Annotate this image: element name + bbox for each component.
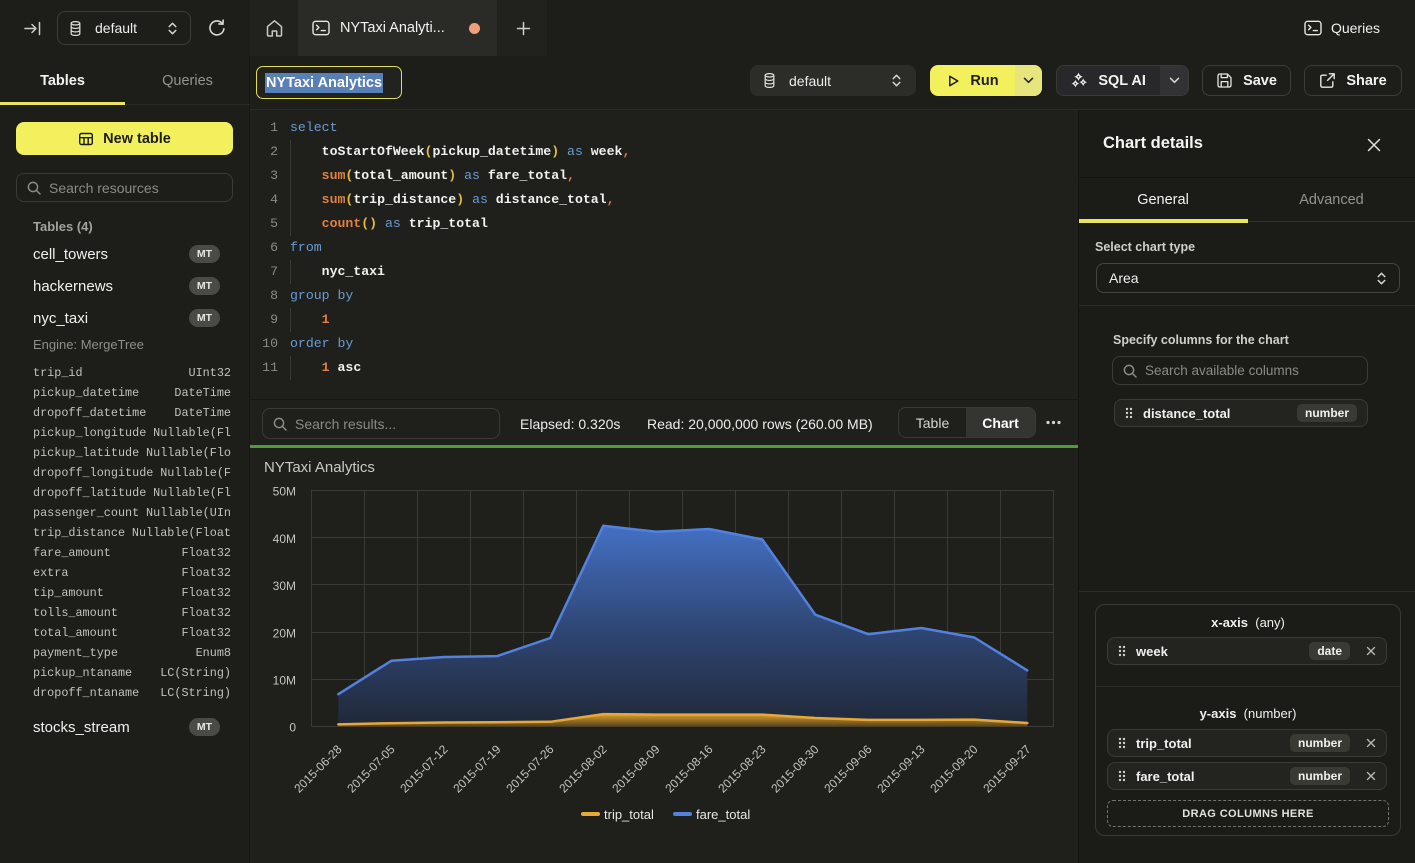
svg-text:2015-09-20: 2015-09-20 — [927, 742, 981, 796]
svg-text:trip_total: trip_total — [604, 807, 654, 822]
svg-text:2015-07-05: 2015-07-05 — [344, 742, 398, 796]
svg-text:2015-06-28: 2015-06-28 — [291, 742, 345, 796]
svg-text:10M: 10M — [273, 674, 296, 688]
svg-text:30M: 30M — [273, 579, 296, 593]
svg-text:20M: 20M — [273, 626, 296, 640]
svg-text:2015-09-13: 2015-09-13 — [874, 742, 928, 796]
svg-text:2015-08-02: 2015-08-02 — [556, 742, 610, 796]
svg-text:2015-07-12: 2015-07-12 — [397, 742, 451, 796]
svg-text:2015-09-06: 2015-09-06 — [821, 742, 875, 796]
svg-text:2015-08-16: 2015-08-16 — [662, 742, 716, 796]
svg-text:2015-08-09: 2015-08-09 — [609, 742, 663, 796]
svg-text:2015-08-30: 2015-08-30 — [768, 742, 822, 796]
svg-text:2015-08-23: 2015-08-23 — [715, 742, 769, 796]
svg-text:0: 0 — [289, 721, 296, 735]
svg-text:50M: 50M — [273, 485, 296, 499]
svg-text:2015-09-27: 2015-09-27 — [980, 742, 1034, 796]
svg-text:2015-07-19: 2015-07-19 — [450, 742, 504, 796]
svg-text:2015-07-26: 2015-07-26 — [503, 742, 557, 796]
svg-text:fare_total: fare_total — [696, 807, 750, 822]
svg-text:40M: 40M — [273, 532, 296, 546]
